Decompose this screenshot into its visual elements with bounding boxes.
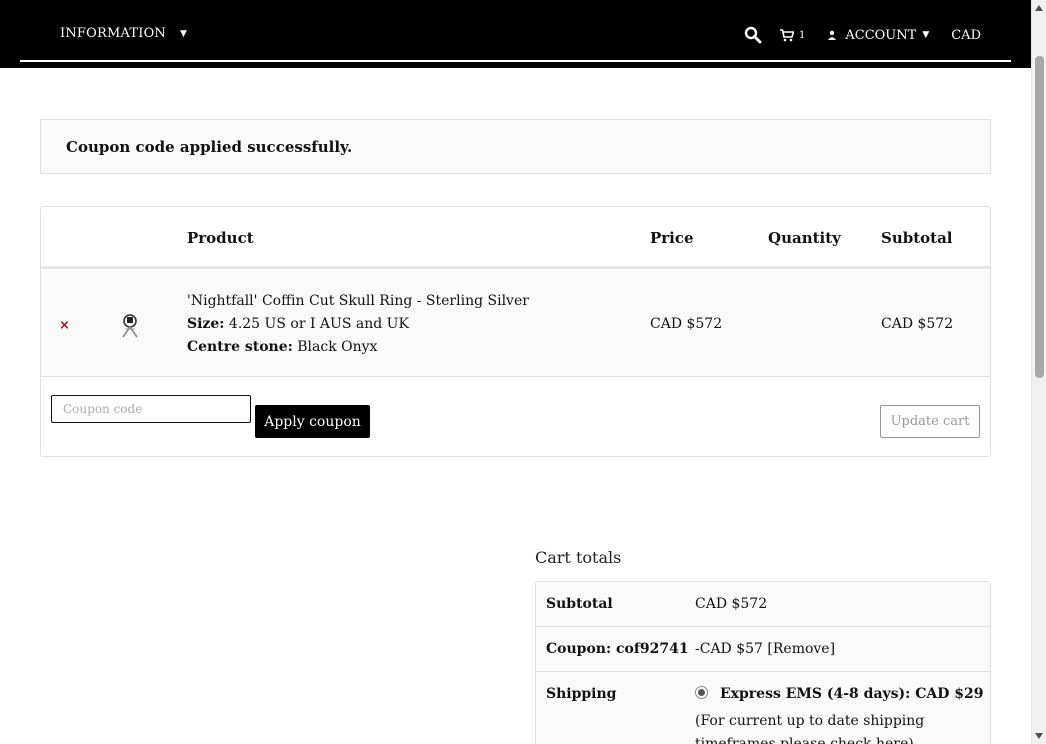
totals-row-shipping: Shipping Express EMS (4-8 days): CAD $29… bbox=[536, 672, 990, 744]
cart-link[interactable]: 1 bbox=[779, 28, 806, 42]
page-scrollbar[interactable] bbox=[1031, 0, 1046, 744]
product-stone: Centre stone: Black Onyx bbox=[187, 339, 377, 355]
cart-totals-title: Cart totals bbox=[535, 548, 622, 567]
shipping-note: (For current up to date shipping timefra… bbox=[695, 713, 925, 744]
scroll-down-arrow-icon[interactable] bbox=[1035, 733, 1043, 739]
scroll-thumb[interactable] bbox=[1035, 56, 1044, 378]
update-cart-button[interactable]: Update cart bbox=[880, 405, 980, 438]
stone-label: Centre stone: bbox=[187, 339, 293, 355]
coupon-value: -CAD $57 [Remove] bbox=[695, 641, 835, 657]
size-value: 4.25 US or I AUS and UK bbox=[228, 316, 409, 332]
cart-totals-table: Subtotal CAD $572 Coupon: cof92741 -CAD … bbox=[535, 581, 991, 744]
item-subtotal: CAD $572 bbox=[881, 316, 954, 332]
stone-value: Black Onyx bbox=[297, 339, 378, 355]
apply-coupon-button[interactable]: Apply coupon bbox=[255, 405, 370, 438]
shipping-option-label[interactable]: Express EMS (4-8 days): CAD $29 bbox=[720, 686, 983, 702]
coupon-input[interactable] bbox=[51, 395, 251, 423]
size-label: Size: bbox=[187, 316, 225, 332]
remove-coupon-link[interactable]: [Remove] bbox=[767, 641, 835, 657]
table-row: × 'Nightfall' Coffin Cut Skull Ring - St… bbox=[41, 271, 990, 377]
col-subtotal: Subtotal bbox=[881, 229, 953, 247]
search-icon[interactable] bbox=[744, 26, 762, 44]
subtotal-label: Subtotal bbox=[546, 596, 613, 612]
nav-information[interactable]: INFORMATION ▼ bbox=[60, 26, 187, 41]
cart-table: Product Price Quantity Subtotal × 'Night… bbox=[40, 206, 991, 457]
caret-down-icon: ▼ bbox=[922, 30, 930, 40]
product-name[interactable]: 'Nightfall' Coffin Cut Skull Ring - Ster… bbox=[187, 293, 529, 309]
nav-information-label[interactable]: INFORMATION bbox=[60, 26, 166, 41]
item-price: CAD $572 bbox=[650, 316, 723, 332]
success-notice: Coupon code applied successfully. bbox=[40, 119, 991, 174]
coupon-label: Coupon: cof92741 bbox=[546, 641, 689, 657]
cart-count: 1 bbox=[798, 29, 806, 41]
col-quantity: Quantity bbox=[768, 229, 841, 247]
subtotal-value: CAD $572 bbox=[695, 596, 768, 612]
totals-row-coupon: Coupon: cof92741 -CAD $57 [Remove] bbox=[536, 627, 990, 672]
account-menu[interactable]: ACCOUNT ▼ bbox=[827, 28, 929, 43]
header-actions: 1 ACCOUNT ▼ CAD bbox=[744, 26, 981, 44]
product-thumbnail[interactable] bbox=[119, 311, 141, 341]
totals-row-subtotal: Subtotal CAD $572 bbox=[536, 582, 990, 627]
cart-icon bbox=[779, 28, 794, 41]
remove-item-button[interactable]: × bbox=[59, 318, 70, 333]
coupon-discount: -CAD $57 bbox=[695, 641, 763, 657]
shipping-radio[interactable] bbox=[695, 686, 708, 699]
col-product: Product bbox=[187, 229, 254, 247]
shipping-label: Shipping bbox=[546, 686, 617, 702]
table-header: Product Price Quantity Subtotal bbox=[41, 207, 990, 269]
account-label[interactable]: ACCOUNT bbox=[845, 28, 916, 43]
caret-down-icon: ▼ bbox=[180, 28, 188, 39]
currency-selector[interactable]: CAD bbox=[951, 28, 981, 43]
notice-message: Coupon code applied successfully. bbox=[66, 138, 353, 156]
col-price: Price bbox=[650, 229, 694, 247]
site-header: INFORMATION ▼ 1 ACCOUNT ▼ CAD bbox=[0, 0, 1031, 68]
user-icon bbox=[828, 30, 837, 40]
product-size: Size: 4.25 US or I AUS and UK bbox=[187, 316, 409, 332]
scroll-up-arrow-icon[interactable] bbox=[1035, 5, 1043, 11]
header-divider bbox=[20, 60, 1011, 62]
